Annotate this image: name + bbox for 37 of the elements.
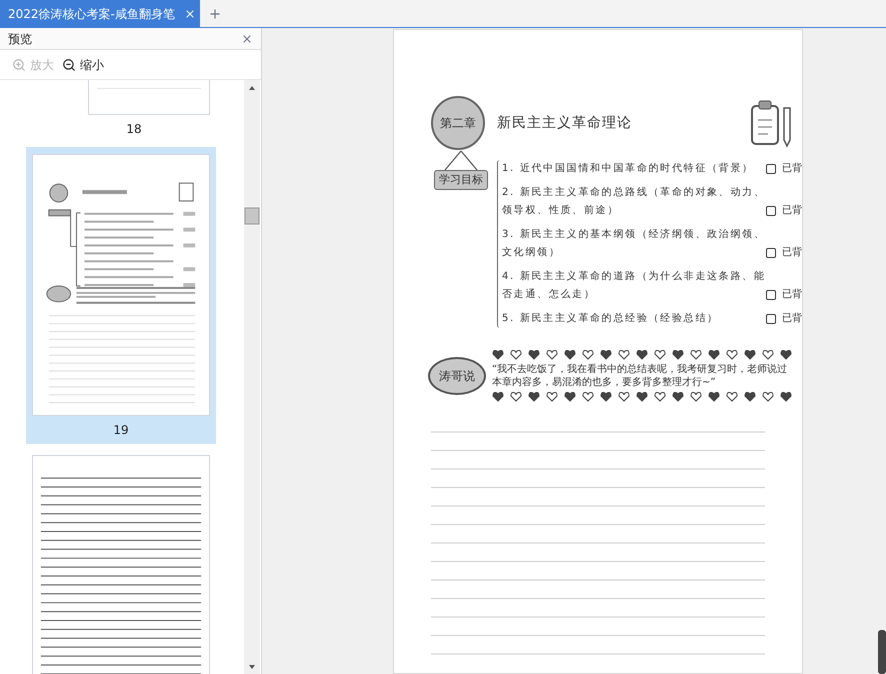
thumbnail-item[interactable]: 18	[26, 80, 242, 143]
zoom-out-icon	[62, 58, 76, 72]
chapter-title: 新民主主义革命理论	[497, 114, 632, 132]
checkbox[interactable]	[766, 314, 776, 324]
page-number: 18	[125, 121, 143, 138]
page-thumbnail-drawing[interactable]	[32, 154, 210, 416]
scrollbar-drawing[interactable]	[878, 630, 886, 674]
checkbox-label: 已背	[782, 204, 802, 218]
goal-text: 4. 新民主主义革命的道路（为什么非走这条路、能否走通、怎么走）	[502, 270, 766, 302]
scrollbar-drawing[interactable]	[244, 80, 260, 674]
page-thumbnail[interactable]	[88, 80, 210, 115]
checkbox[interactable]	[766, 248, 776, 258]
goal-text: 1. 近代中国国情和中国革命的时代特征（背景）	[502, 162, 755, 176]
goals-label: 学习目标	[434, 170, 488, 190]
close-icon[interactable]	[241, 32, 253, 44]
zoom-in-icon	[12, 58, 26, 72]
goal-text: 3. 新民主主义的基本纲领（经济纲领、政治纲领、文化纲领）	[502, 228, 766, 260]
checkbox[interactable]	[766, 164, 776, 174]
thumbnail-item[interactable]: 19	[26, 147, 216, 444]
checkbox[interactable]	[766, 290, 776, 300]
clipboard-pencil-icon	[750, 98, 794, 148]
chapter-badge: 第二章	[431, 96, 485, 150]
zoom-button[interactable]: 缩小	[62, 56, 104, 74]
quote-text: “我不去吃饭了，我在看书中的总结表呢，我考研复习时，老师说过本章内容多，易混淆的也多，要多背多整理才行~”	[492, 363, 788, 389]
checkbox-label: 已背	[782, 288, 802, 302]
goal-text: 5. 新民主主义革命的总经验（经验总结）	[502, 312, 720, 326]
checkbox-label: 已背	[782, 162, 802, 176]
close-icon[interactable]	[184, 8, 196, 20]
document-tab[interactable]: 2022徐涛核心考案-咸鱼翻身笔	[0, 0, 200, 27]
speech-bubble: 涛哥说	[428, 357, 486, 395]
checkbox-label: 已背	[782, 246, 802, 260]
panel-title: 预览	[8, 30, 32, 48]
checkbox[interactable]	[766, 206, 776, 216]
new-tab-icon[interactable]	[208, 7, 222, 21]
checkbox-label: 已背	[782, 312, 802, 326]
goal-text: 2. 新民主主义革命的总路线（革命的对象、动力、领导权、性质、前途）	[502, 186, 766, 218]
page-number: 19	[112, 422, 130, 439]
